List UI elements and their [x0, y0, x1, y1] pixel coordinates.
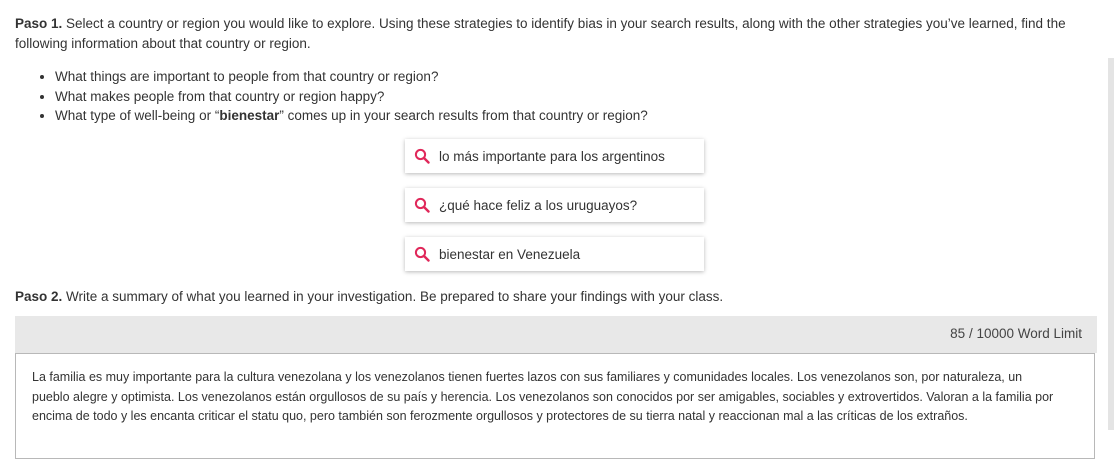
- summary-textarea[interactable]: La familia es muy importante para la cul…: [15, 353, 1095, 459]
- search-suggestion-text: lo más importante para los argentinos: [439, 148, 665, 164]
- activity-page: Paso 1. Select a country or region you w…: [0, 0, 1114, 461]
- list-item: What things are important to people from…: [55, 67, 648, 87]
- list-item: What type of well-being or “bienestar” c…: [55, 106, 648, 126]
- search-icon: [414, 197, 430, 213]
- question-3-start: What type of well-being or “: [55, 108, 220, 123]
- paso1-instructions: Paso 1. Select a country or region you w…: [15, 14, 1095, 54]
- search-icon: [414, 148, 430, 164]
- search-suggestion-1[interactable]: lo más importante para los argentinos: [405, 139, 704, 173]
- question-1: What things are important to people from…: [55, 69, 439, 84]
- list-item: What makes people from that country or r…: [55, 87, 648, 107]
- paso1-text: Select a country or region you would lik…: [15, 16, 1066, 51]
- question-2: What makes people from that country or r…: [55, 88, 385, 104]
- paso1-label: Paso 1.: [15, 16, 63, 31]
- paso2-label: Paso 2.: [15, 289, 63, 304]
- search-suggestion-3[interactable]: bienestar en Venezuela: [405, 237, 704, 271]
- question-list: What things are important to people from…: [15, 67, 648, 126]
- search-icon: [414, 246, 430, 262]
- scrollbar[interactable]: [1108, 58, 1114, 430]
- paso2-text: Write a summary of what you learned in y…: [62, 289, 724, 304]
- search-suggestion-text: ¿qué hace feliz a los uruguayos?: [439, 197, 638, 213]
- search-suggestion-2[interactable]: ¿qué hace feliz a los uruguayos?: [405, 188, 704, 222]
- search-suggestion-text: bienestar en Venezuela: [439, 246, 581, 262]
- word-limit-bar: 85 / 10000 Word Limit: [15, 316, 1097, 353]
- word-count: 85 / 10000 Word Limit: [950, 326, 1082, 341]
- summary-text: La familia es muy importante para la cul…: [32, 370, 1054, 423]
- question-3-bold: bienestar: [219, 108, 280, 123]
- question-3-end: ” comes up in your search results from t…: [279, 108, 648, 123]
- paso2-instructions: Paso 2. Write a summary of what you lear…: [15, 287, 723, 307]
